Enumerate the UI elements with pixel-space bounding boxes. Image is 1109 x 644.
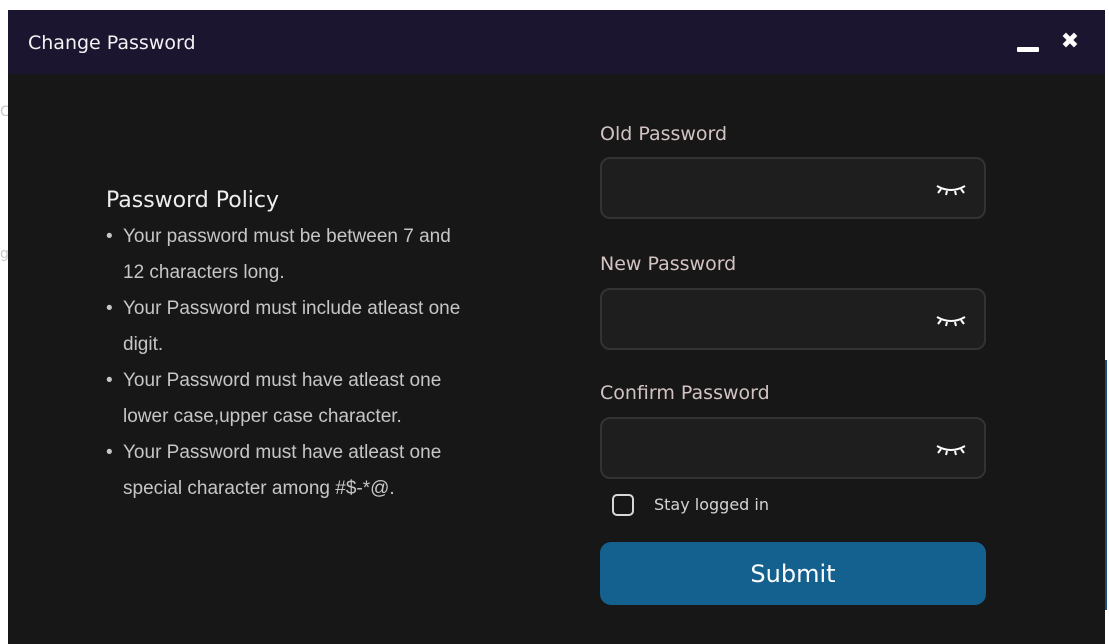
close-button[interactable]: ✖ xyxy=(1058,30,1082,54)
background-text-fragment: C xyxy=(0,104,10,120)
policy-rule-line: lower case,upper case character. xyxy=(123,406,402,427)
bullet-icon: • xyxy=(106,298,113,319)
new-password-label: New Password xyxy=(600,253,737,275)
policy-rule-line: Your password must be between 7 and xyxy=(123,226,451,247)
new-password-field[interactable] xyxy=(600,288,986,350)
policy-rules-list: • Your password must be between 7 and 12… xyxy=(106,219,566,507)
policy-rule-line: Your Password must include atleast one xyxy=(123,298,461,319)
policy-rule-line: special character among #$-*@. xyxy=(123,478,395,499)
background-accent-line xyxy=(1105,360,1107,610)
bullet-icon: • xyxy=(106,442,113,463)
background-window-edge: C g xyxy=(0,0,10,644)
old-password-label: Old Password xyxy=(600,123,728,145)
stay-logged-in-checkbox[interactable] xyxy=(612,494,634,516)
policy-rule-line: Your Password must have atleast one xyxy=(123,442,442,463)
confirm-password-field[interactable] xyxy=(600,417,986,479)
policy-rule: • Your Password must have atleast one lo… xyxy=(106,363,566,435)
policy-title: Password Policy xyxy=(106,188,280,213)
password-policy: Password Policy • Your password must be … xyxy=(106,188,566,507)
policy-rule-line: digit. xyxy=(123,334,164,355)
eye-closed-icon[interactable] xyxy=(934,312,968,328)
policy-rule-line: Your Password must have atleast one xyxy=(123,370,442,391)
background-window-edge-right xyxy=(1105,0,1109,644)
confirm-password-label: Confirm Password xyxy=(600,382,770,404)
close-icon: ✖ xyxy=(1060,29,1080,54)
eye-closed-icon[interactable] xyxy=(934,441,968,457)
bullet-icon: • xyxy=(106,370,113,391)
new-password-input[interactable] xyxy=(614,302,918,338)
change-password-dialog: Change Password ✖ Password Policy • Your… xyxy=(8,10,1105,644)
title-bar: Change Password ✖ xyxy=(8,10,1105,74)
submit-button[interactable]: Submit xyxy=(600,542,986,605)
policy-rule: • Your Password must include atleast one… xyxy=(106,291,566,363)
confirm-password-input[interactable] xyxy=(614,431,918,467)
policy-rule-line: 12 characters long. xyxy=(123,262,285,283)
old-password-field[interactable] xyxy=(600,157,986,219)
stay-logged-in-label: Stay logged in xyxy=(654,495,770,514)
eye-closed-icon[interactable] xyxy=(934,181,968,197)
dialog-title: Change Password xyxy=(28,32,196,54)
old-password-input[interactable] xyxy=(614,171,918,207)
background-text-fragment: g xyxy=(0,246,9,262)
minimize-button[interactable] xyxy=(1016,34,1040,54)
policy-rule: • Your Password must have atleast one sp… xyxy=(106,435,566,507)
minimize-icon xyxy=(1017,47,1039,52)
policy-rule: • Your password must be between 7 and 12… xyxy=(106,219,566,291)
bullet-icon: • xyxy=(106,226,113,247)
